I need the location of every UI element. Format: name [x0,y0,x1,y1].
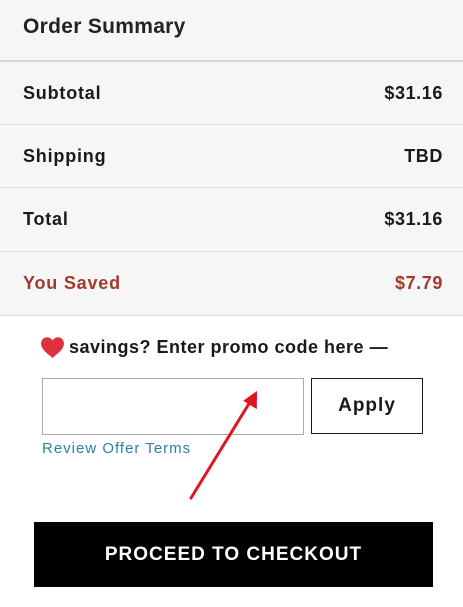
you-saved-label: You Saved [23,273,121,293]
order-summary-panel: Order Summary Subtotal $31.16 Shipping T… [0,0,463,316]
shipping-row: Shipping TBD [0,125,463,187]
shipping-value: TBD [404,146,443,166]
promo-code-input[interactable] [42,378,304,435]
row-divider [0,315,463,316]
you-saved-value: $7.79 [394,273,443,293]
review-offer-terms-link[interactable]: Review Offer Terms [42,440,191,457]
order-summary-title: Order Summary [23,15,186,38]
total-label: Total [23,209,69,229]
total-row: Total $31.16 [0,188,463,250]
subtotal-label: Subtotal [23,83,102,103]
total-value: $31.16 [384,209,443,229]
heart-icon [41,336,64,358]
order-summary-page: Order Summary Subtotal $31.16 Shipping T… [0,0,463,607]
shipping-label: Shipping [23,146,107,166]
proceed-to-checkout-button[interactable]: PROCEED TO CHECKOUT [34,522,433,587]
subtotal-row: Subtotal $31.16 [0,62,463,124]
subtotal-value: $31.16 [384,83,443,103]
you-saved-row: You Saved $7.79 [0,252,463,314]
promo-heading: savings? Enter promo code here — [40,334,388,360]
apply-button[interactable]: Apply [311,378,423,434]
promo-heading-text: savings? Enter promo code here — [69,336,389,357]
